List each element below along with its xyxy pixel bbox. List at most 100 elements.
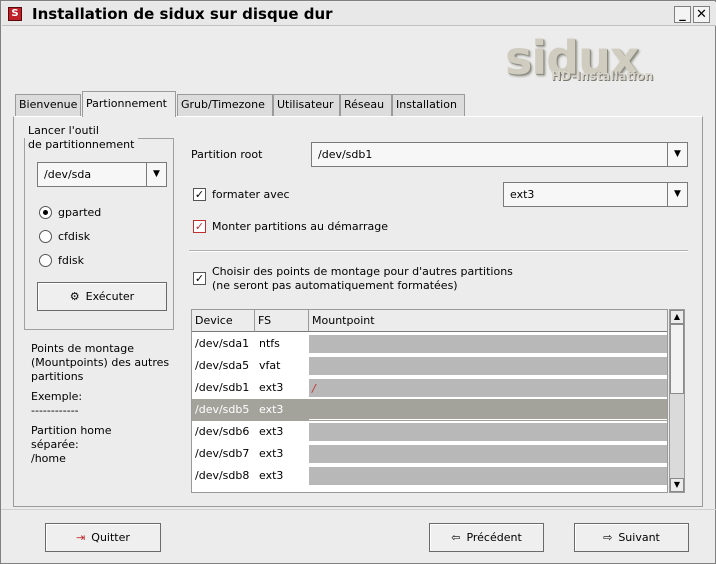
exit-door-icon: ⇥ <box>76 531 86 544</box>
table-row[interactable]: /dev/sdb8 ext3 <box>192 465 667 487</box>
info-line: séparée: <box>31 438 79 451</box>
root-partition-value: /dev/sdb1 <box>318 148 373 161</box>
column-header-mountpoint[interactable]: Mountpoint <box>309 310 667 332</box>
info-line: Partition home <box>31 424 112 437</box>
radio-gparted-label: gparted <box>58 206 102 219</box>
cell-device: /dev/sdb5 <box>195 403 250 416</box>
separator <box>189 250 688 252</box>
tab-utilisateur[interactable]: Utilisateur <box>273 94 340 116</box>
window-title: Installation de sidux sur disque dur <box>32 5 333 23</box>
table-row[interactable]: /dev/sda5 vfat <box>192 355 667 377</box>
cell-device: /dev/sda1 <box>195 337 250 350</box>
previous-button[interactable]: ⇦ Précédent <box>429 523 544 552</box>
column-header-fs[interactable]: FS <box>255 310 309 332</box>
device-select[interactable]: /dev/sda ▼ <box>37 162 167 187</box>
next-button-label: Suivant <box>618 531 660 544</box>
logo-sub-text: HD-Installation <box>551 69 654 83</box>
arrow-right-icon: ⇨ <box>603 531 613 544</box>
table-row[interactable]: /dev/sdb1 ext3 / <box>192 377 667 399</box>
root-partition-select[interactable]: /dev/sdb1 ▼ <box>311 142 688 167</box>
info-line: Points de montage <box>31 342 135 355</box>
radio-fdisk[interactable] <box>39 254 52 267</box>
scroll-up-icon[interactable]: ▲ <box>670 310 684 324</box>
tab-reseau[interactable]: Réseau <box>340 94 392 116</box>
filesystem-value: ext3 <box>510 188 535 201</box>
cell-device: /dev/sdb8 <box>195 469 250 482</box>
cell-mountpoint-input[interactable]: / <box>309 379 667 398</box>
chevron-down-icon[interactable]: ▼ <box>146 163 166 186</box>
group-border-top <box>137 138 174 139</box>
cell-fs: vfat <box>259 359 281 372</box>
close-button[interactable]: ✕ <box>693 6 710 23</box>
tab-installation[interactable]: Installation <box>392 94 465 116</box>
installer-window: S Installation de sidux sur disque dur _… <box>0 0 716 564</box>
radio-gparted[interactable] <box>39 206 52 219</box>
chevron-down-icon[interactable]: ▼ <box>667 143 687 166</box>
cell-device: /dev/sda5 <box>195 359 250 372</box>
tab-grub-timezone[interactable]: Grub/Timezone <box>177 94 273 116</box>
cell-fs: ntfs <box>259 337 280 350</box>
cell-device: /dev/sdb1 <box>195 381 250 394</box>
mount-at-boot-checkbox[interactable]: ✓ <box>193 220 206 233</box>
table-row-selected[interactable]: /dev/sdb5 ext3 <box>192 399 667 421</box>
format-checkbox[interactable]: ✓ <box>193 188 206 201</box>
info-line: /home <box>31 452 66 465</box>
gear-icon: ⚙ <box>69 290 80 303</box>
title-bar[interactable]: S Installation de sidux sur disque dur _… <box>2 2 716 26</box>
filesystem-select[interactable]: ext3 ▼ <box>503 182 688 207</box>
choose-mountpoints-line2: (ne seront pas automatiquement formatées… <box>212 279 458 292</box>
tab-bienvenue[interactable]: Bienvenue <box>15 94 81 116</box>
mountpoint-info: Points de montage (Mountpoints) des autr… <box>31 342 181 466</box>
cell-device: /dev/sdb7 <box>195 447 250 460</box>
group-title-line1: Lancer l'outil <box>28 124 99 137</box>
next-button[interactable]: ⇨ Suivant <box>574 523 689 552</box>
quit-button[interactable]: ⇥ Quitter <box>45 523 161 552</box>
radio-cfdisk[interactable] <box>39 230 52 243</box>
root-partition-label: Partition root <box>191 148 263 161</box>
mountpoint-table[interactable]: Device FS Mountpoint /dev/sda1 ntfs /dev… <box>191 309 668 493</box>
minimize-button[interactable]: _ <box>674 6 691 23</box>
device-select-value: /dev/sda <box>44 168 92 181</box>
table-scrollbar[interactable]: ▲ ▼ <box>669 309 685 493</box>
cell-device: /dev/sdb6 <box>195 425 250 438</box>
group-title-line2: de partitionnement <box>28 138 135 151</box>
info-line: (Mountpoints) des autres <box>31 356 170 369</box>
sidux-app-icon[interactable]: S <box>8 7 22 21</box>
partition-tool-group-title: Lancer l'outil de partitionnement <box>28 124 138 152</box>
info-example-label: Exemple: <box>31 390 83 403</box>
info-dashes: ------------ <box>31 404 79 417</box>
previous-button-label: Précédent <box>466 531 522 544</box>
arrow-left-icon: ⇦ <box>451 531 461 544</box>
cell-fs: ext3 <box>259 469 284 482</box>
column-header-device[interactable]: Device <box>192 310 255 332</box>
choose-mountpoints-line1: Choisir des points de montage pour d'aut… <box>212 265 513 278</box>
tab-partionnement[interactable]: Partionnement <box>82 91 176 117</box>
radio-cfdisk-label: cfdisk <box>58 230 91 243</box>
cell-mountpoint-input[interactable] <box>309 445 667 464</box>
table-row[interactable]: /dev/sdb7 ext3 <box>192 443 667 465</box>
table-row[interactable]: /dev/sdb6 ext3 <box>192 421 667 443</box>
execute-button-label: Exécuter <box>85 290 135 303</box>
execute-button[interactable]: ⚙ Exécuter <box>37 282 167 311</box>
quit-button-label: Quitter <box>91 531 130 544</box>
info-line: partitions <box>31 370 84 383</box>
table-row[interactable]: /dev/sda1 ntfs <box>192 333 667 355</box>
cell-mountpoint-input[interactable] <box>309 467 667 486</box>
cell-mountpoint-input[interactable] <box>309 335 667 354</box>
cell-fs: ext3 <box>259 403 284 416</box>
cell-fs: ext3 <box>259 381 284 394</box>
cell-fs: ext3 <box>259 447 284 460</box>
format-label: formater avec <box>212 188 290 201</box>
radio-fdisk-label: fdisk <box>58 254 85 267</box>
mount-at-boot-label: Monter partitions au démarrage <box>212 220 388 233</box>
chevron-down-icon[interactable]: ▼ <box>667 183 687 206</box>
bottom-separator <box>1 509 716 510</box>
cell-mountpoint-input[interactable] <box>309 401 667 420</box>
sidux-logo: sidux HD-Installation <box>505 33 665 89</box>
choose-mountpoints-label: Choisir des points de montage pour d'aut… <box>212 265 513 293</box>
scrollbar-thumb[interactable] <box>670 324 684 394</box>
cell-mountpoint-input[interactable] <box>309 423 667 442</box>
scroll-down-icon[interactable]: ▼ <box>670 478 684 492</box>
cell-mountpoint-input[interactable] <box>309 357 667 376</box>
choose-mountpoints-checkbox[interactable]: ✓ <box>193 272 206 285</box>
